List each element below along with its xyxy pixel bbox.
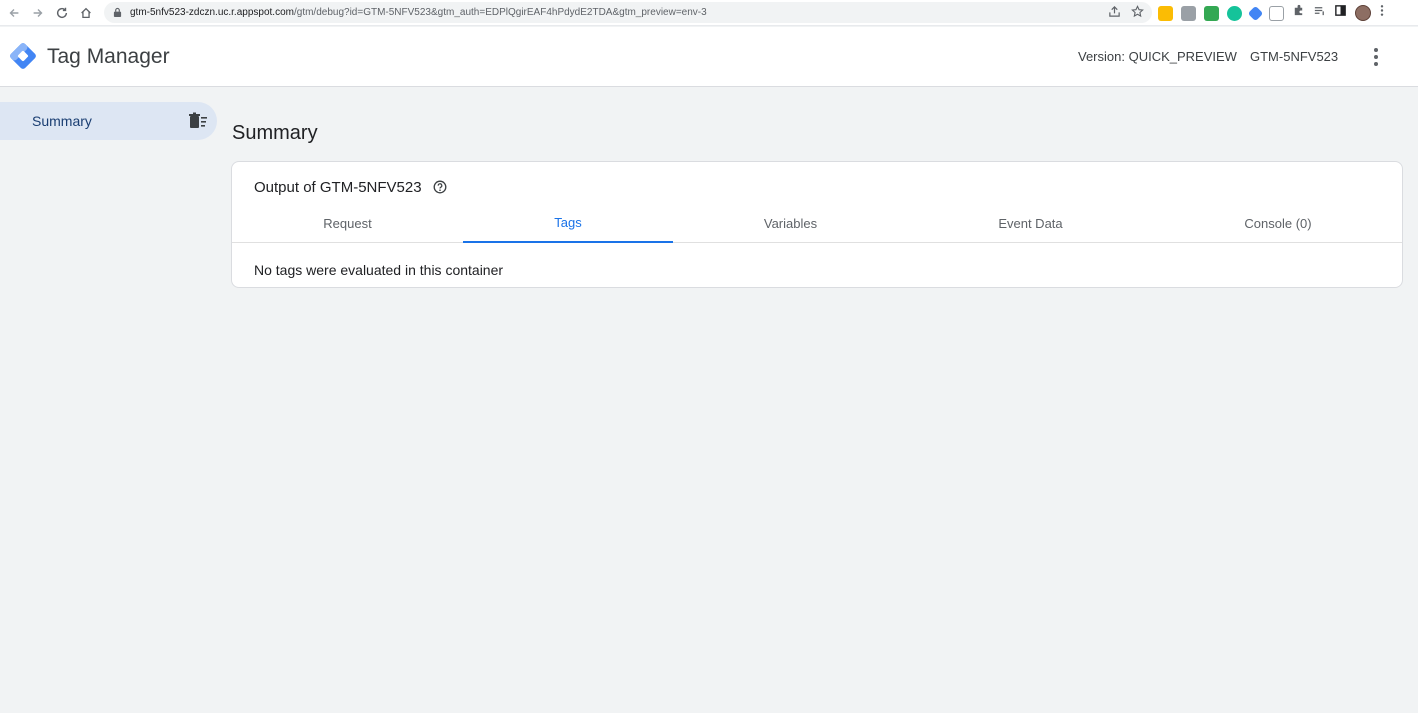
help-icon[interactable] (433, 180, 447, 194)
tab-tags[interactable]: Tags (463, 204, 673, 243)
tag-assistant-icon[interactable] (1247, 5, 1264, 21)
code-extension-icon[interactable] (1181, 5, 1196, 21)
profile-avatar[interactable] (1355, 5, 1371, 21)
sidebar-item-label: Summary (32, 113, 92, 129)
lock-icon[interactable] (112, 7, 122, 19)
extension-icon[interactable] (1269, 5, 1284, 21)
address-bar[interactable]: gtm-5nfv523-zdczn.uc.r.appspot.com/gtm/d… (104, 2, 1152, 23)
forward-icon[interactable] (26, 1, 50, 25)
bookmark-star-icon[interactable] (1131, 5, 1144, 23)
home-icon[interactable] (74, 1, 98, 25)
page-title: Summary (232, 122, 318, 144)
extension-icon[interactable] (1158, 5, 1173, 21)
more-options-icon[interactable] (1366, 47, 1386, 67)
grammarly-icon[interactable] (1227, 5, 1242, 21)
side-panel-icon[interactable] (1334, 4, 1347, 22)
browser-toolbar: gtm-5nfv523-zdczn.uc.r.appspot.com/gtm/d… (0, 0, 1418, 26)
puzzle-icon[interactable] (1292, 4, 1305, 22)
tag-manager-logo-icon (8, 41, 38, 71)
tab-request[interactable]: Request (232, 204, 463, 243)
clear-all-icon[interactable] (188, 112, 208, 130)
tab-variables[interactable]: Variables (673, 204, 908, 243)
reload-icon[interactable] (50, 1, 74, 25)
extension-icon[interactable] (1204, 5, 1219, 21)
output-tabs: Request Tags Variables Event Data Consol… (232, 204, 1402, 243)
empty-state-message: No tags were evaluated in this container (254, 262, 504, 278)
sidebar-item-summary[interactable]: Summary (0, 102, 217, 140)
app-title: Tag Manager (47, 45, 170, 68)
share-icon[interactable] (1108, 5, 1121, 23)
output-card: Output of GTM-5NFV523 Request Tags Varia… (231, 161, 1403, 288)
back-icon[interactable] (2, 1, 26, 25)
app-header: Tag Manager Version: QUICK_PREVIEW GTM-5… (0, 27, 1418, 87)
url-text[interactable]: gtm-5nfv523-zdczn.uc.r.appspot.com/gtm/d… (130, 7, 707, 18)
card-title: Output of GTM-5NFV523 (254, 179, 422, 196)
tab-event-data[interactable]: Event Data (908, 204, 1153, 243)
tab-console[interactable]: Console (0) (1153, 204, 1403, 243)
version-label: Version: QUICK_PREVIEW (1078, 49, 1237, 64)
reading-list-icon[interactable] (1313, 4, 1326, 22)
container-id[interactable]: GTM-5NFV523 (1250, 49, 1338, 64)
browser-menu-icon[interactable] (1379, 4, 1385, 22)
